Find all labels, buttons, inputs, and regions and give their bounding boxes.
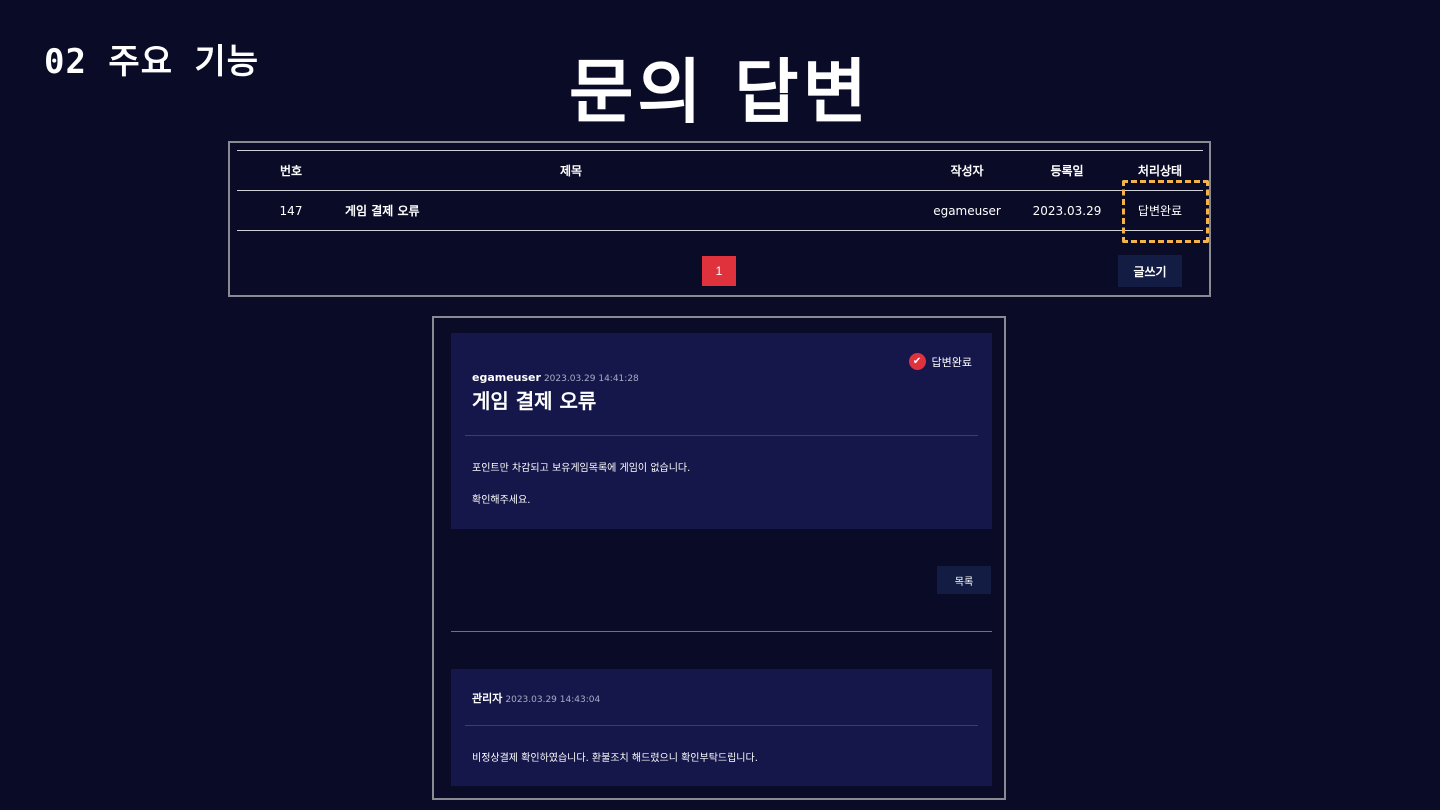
row-num: 147	[279, 203, 303, 218]
pagination-page-button[interactable]: 1	[702, 256, 736, 286]
post-body-line: 포인트만 차감되고 보유게임목록에 게임이 없습니다.	[472, 463, 691, 474]
table-row[interactable]: 147 게임 결제 오류 egameuser 2023.03.29 답변완료	[237, 191, 1203, 231]
section-divider	[451, 631, 992, 632]
row-title-link[interactable]: 게임 결제 오류	[345, 202, 917, 219]
table-header-row: 번호 제목 작성자 등록일 처리상태	[237, 151, 1203, 191]
col-header-title: 제목	[559, 164, 583, 178]
post-meta: egameuser 2023.03.29 14:41:28	[472, 371, 639, 384]
reply-divider	[465, 725, 978, 726]
write-button[interactable]: 글쓰기	[1118, 255, 1182, 287]
post-card: egameuser 2023.03.29 14:41:28 ✔ 답변완료 게임 결…	[451, 333, 992, 529]
post-title: 게임 결제 오류	[472, 389, 597, 413]
status-highlight-box	[1122, 180, 1209, 243]
reply-meta: 관리자 2023.03.29 14:43:04	[472, 690, 600, 706]
row-date: 2023.03.29	[1032, 203, 1102, 218]
col-header-author: 작성자	[950, 164, 984, 178]
col-header-num: 번호	[279, 164, 303, 178]
reply-author: 관리자	[472, 692, 503, 705]
post-datetime: 2023.03.29 14:41:28	[543, 374, 639, 384]
col-header-status: 처리상태	[1137, 164, 1183, 178]
post-body: 포인트만 차감되고 보유게임목록에 게임이 없습니다. 확인해주세요.	[472, 461, 690, 525]
reply-card: 관리자 2023.03.29 14:43:04 비정상결제 확인하였습니다. 환불…	[451, 669, 992, 786]
post-body-line: 확인해주세요.	[472, 495, 531, 506]
board-list-panel: 번호 제목 작성자 등록일 처리상태 147 게임 결제 오류 egameuse…	[228, 141, 1211, 297]
row-author: egameuser	[933, 203, 1001, 218]
post-divider	[465, 435, 978, 436]
col-header-date: 등록일	[1050, 164, 1084, 178]
list-button[interactable]: 목록	[937, 566, 991, 594]
post-author: egameuser	[472, 371, 541, 384]
status-badge-label: 답변완료	[931, 355, 972, 369]
status-badge: ✔ 답변완료	[908, 353, 972, 370]
page-title: 문의 답변	[569, 51, 871, 133]
reply-body: 비정상결제 확인하였습니다. 환불조치 해드렸으니 확인부탁드립니다.	[472, 753, 758, 764]
reply-datetime: 2023.03.29 14:43:04	[505, 695, 601, 705]
board-table: 번호 제목 작성자 등록일 처리상태 147 게임 결제 오류 egameuse…	[237, 150, 1203, 231]
inquiry-detail-panel: egameuser 2023.03.29 14:41:28 ✔ 답변완료 게임 결…	[432, 316, 1006, 800]
check-circle-icon: ✔	[908, 353, 926, 370]
